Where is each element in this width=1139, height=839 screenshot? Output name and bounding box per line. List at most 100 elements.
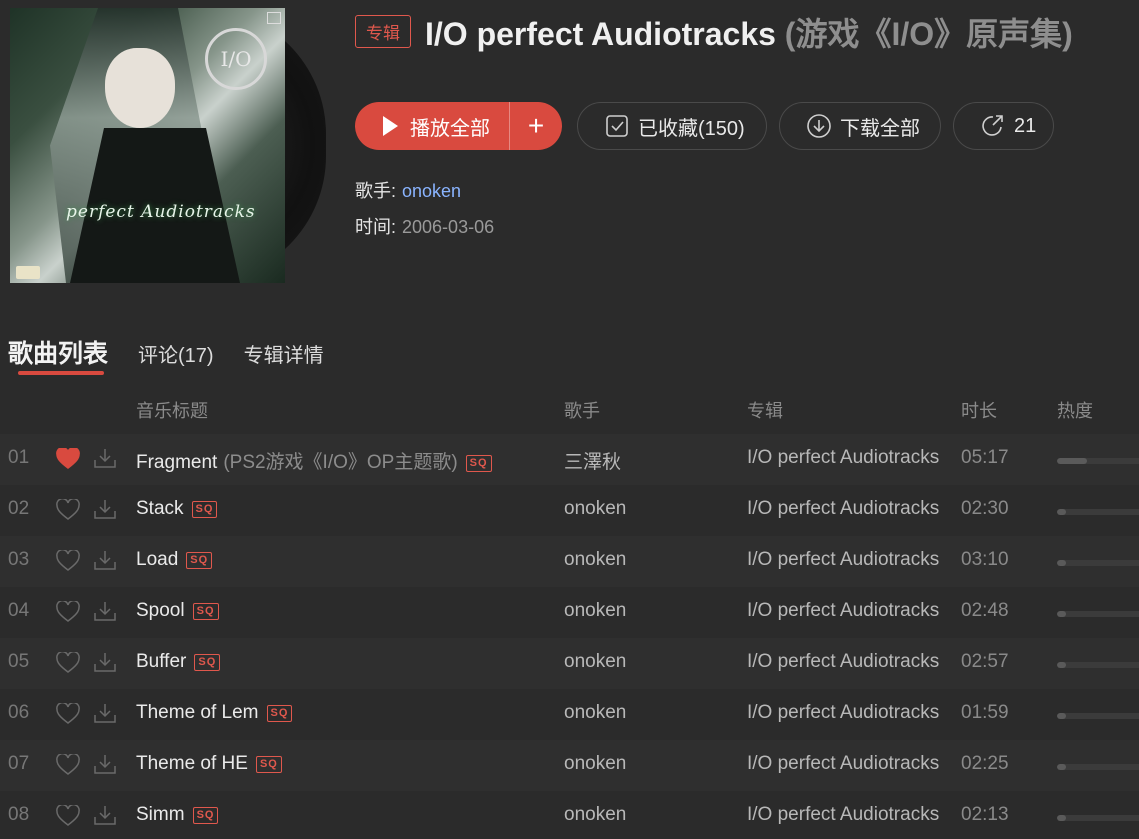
track-title-cell[interactable]: Spool SQ bbox=[136, 600, 219, 622]
track-title-cell[interactable]: Load SQ bbox=[136, 549, 213, 571]
track-title: Load bbox=[136, 549, 179, 570]
download-icon[interactable] bbox=[93, 753, 117, 781]
track-number: 02 bbox=[8, 498, 30, 519]
sq-badge: SQ bbox=[186, 552, 213, 569]
tab-song-list[interactable]: 歌曲列表 bbox=[8, 334, 108, 370]
download-icon[interactable] bbox=[93, 447, 117, 475]
play-all-main[interactable]: 播放全部 bbox=[355, 102, 510, 150]
heart-icon[interactable] bbox=[56, 803, 80, 833]
track-artist[interactable]: onoken bbox=[564, 804, 626, 826]
track-title-cell[interactable]: Buffer SQ bbox=[136, 651, 221, 673]
track-artist[interactable]: onoken bbox=[564, 753, 626, 775]
heart-icon[interactable] bbox=[56, 446, 80, 476]
track-artist[interactable]: onoken bbox=[564, 600, 626, 622]
heart-icon[interactable] bbox=[56, 548, 80, 578]
track-artist[interactable]: 三澤秋 bbox=[564, 447, 621, 474]
column-title[interactable]: 音乐标题 bbox=[136, 397, 208, 423]
track-title-cell[interactable]: Simm SQ bbox=[136, 804, 219, 826]
track-title-cell[interactable]: Fragment (PS2游戏《I/O》OP主题歌) SQ bbox=[136, 447, 492, 474]
track-title: Fragment bbox=[136, 452, 218, 473]
sq-badge: SQ bbox=[255, 756, 282, 773]
track-artist[interactable]: onoken bbox=[564, 498, 626, 520]
heat-bar bbox=[1057, 611, 1139, 617]
table-row[interactable]: 02 Stack SQ onoken I/O perfect Audiotrack… bbox=[0, 485, 1139, 536]
column-duration[interactable]: 时长 bbox=[961, 397, 997, 423]
heat-bar-fill bbox=[1057, 764, 1066, 770]
heat-bar bbox=[1057, 713, 1139, 719]
track-number: 07 bbox=[8, 753, 30, 774]
heat-bar bbox=[1057, 560, 1139, 566]
download-all-button[interactable]: 下载全部 bbox=[779, 102, 941, 150]
track-title-cell[interactable]: Stack SQ bbox=[136, 498, 218, 520]
album-cover[interactable]: I/O perfect Audiotracks bbox=[10, 8, 285, 283]
heat-bar bbox=[1057, 662, 1139, 668]
track-duration: 02:57 bbox=[961, 651, 1009, 672]
track-album[interactable]: I/O perfect Audiotracks bbox=[747, 753, 939, 775]
tab-album-details[interactable]: 专辑详情 bbox=[244, 339, 324, 368]
share-button[interactable]: 21 bbox=[953, 102, 1054, 150]
tab-comments[interactable]: 评论(17) bbox=[138, 339, 214, 368]
column-heat[interactable]: 热度 bbox=[1057, 397, 1093, 423]
track-duration: 02:48 bbox=[961, 600, 1009, 621]
song-table-header: 音乐标题 歌手 专辑 时长 热度 bbox=[0, 385, 1139, 431]
download-icon[interactable] bbox=[93, 804, 117, 832]
download-icon[interactable] bbox=[93, 600, 117, 628]
track-album[interactable]: I/O perfect Audiotracks bbox=[747, 447, 939, 469]
track-artist[interactable]: onoken bbox=[564, 651, 626, 673]
download-icon[interactable] bbox=[93, 549, 117, 577]
play-all-label: 播放全部 bbox=[410, 117, 490, 140]
heat-bar-fill bbox=[1057, 611, 1066, 617]
sq-badge: SQ bbox=[192, 603, 219, 620]
track-title-cell[interactable]: Theme of Lem SQ bbox=[136, 702, 293, 724]
heart-icon[interactable] bbox=[56, 650, 80, 680]
heart-icon[interactable] bbox=[56, 701, 80, 731]
track-duration: 01:59 bbox=[961, 702, 1009, 723]
table-row[interactable]: 03 Load SQ onoken I/O perfect Audiotracks… bbox=[0, 536, 1139, 587]
add-to-queue-button[interactable]: + bbox=[510, 102, 562, 150]
track-album[interactable]: I/O perfect Audiotracks bbox=[747, 651, 939, 673]
table-row[interactable]: 08 Simm SQ onoken I/O perfect Audiotracks… bbox=[0, 791, 1139, 839]
heart-icon[interactable] bbox=[56, 497, 80, 527]
download-icon[interactable] bbox=[93, 702, 117, 730]
table-row[interactable]: 01 Fragment (PS2游戏《I/O》OP主题歌) SQ 三澤秋 I/O p… bbox=[0, 434, 1139, 485]
sq-badge: SQ bbox=[192, 807, 219, 824]
heart-icon[interactable] bbox=[56, 599, 80, 629]
play-all-button[interactable]: 播放全部 + bbox=[355, 102, 562, 150]
heart-icon[interactable] bbox=[56, 752, 80, 782]
heat-bar-fill bbox=[1057, 509, 1066, 515]
track-album[interactable]: I/O perfect Audiotracks bbox=[747, 498, 939, 520]
track-number: 04 bbox=[8, 600, 30, 621]
table-row[interactable]: 04 Spool SQ onoken I/O perfect Audiotrack… bbox=[0, 587, 1139, 638]
artist-link[interactable]: onoken bbox=[402, 181, 461, 201]
track-title: Simm bbox=[136, 804, 185, 825]
track-title: Theme of HE bbox=[136, 753, 248, 774]
table-row[interactable]: 07 Theme of HE SQ onoken I/O perfect Audi… bbox=[0, 740, 1139, 791]
track-title: Spool bbox=[136, 600, 185, 621]
column-artist[interactable]: 歌手 bbox=[564, 397, 600, 423]
album-title: I/O perfect Audiotracks (游戏《I/O》原声集) bbox=[425, 9, 1073, 55]
track-number: 01 bbox=[8, 447, 30, 468]
release-date: 2006-03-06 bbox=[402, 217, 495, 237]
collect-button[interactable]: 已收藏(150) bbox=[577, 102, 767, 150]
track-duration: 02:25 bbox=[961, 753, 1009, 774]
download-icon[interactable] bbox=[93, 498, 117, 526]
track-album[interactable]: I/O perfect Audiotracks bbox=[747, 549, 939, 571]
download-icon[interactable] bbox=[93, 651, 117, 679]
song-list: 01 Fragment (PS2游戏《I/O》OP主题歌) SQ 三澤秋 I/O p… bbox=[0, 434, 1139, 839]
track-artist[interactable]: onoken bbox=[564, 549, 626, 571]
download-icon bbox=[807, 114, 831, 138]
date-label: 时间: bbox=[355, 217, 397, 237]
track-artist[interactable]: onoken bbox=[564, 702, 626, 724]
cover-art-face bbox=[105, 48, 175, 128]
track-title: Theme of Lem bbox=[136, 702, 259, 723]
track-album[interactable]: I/O perfect Audiotracks bbox=[747, 804, 939, 826]
track-title-cell[interactable]: Theme of HE SQ bbox=[136, 753, 282, 775]
track-album[interactable]: I/O perfect Audiotracks bbox=[747, 600, 939, 622]
heat-bar-fill bbox=[1057, 713, 1066, 719]
column-album[interactable]: 专辑 bbox=[747, 397, 783, 423]
track-title: Stack bbox=[136, 498, 184, 519]
table-row[interactable]: 05 Buffer SQ onoken I/O perfect Audiotrac… bbox=[0, 638, 1139, 689]
cover-logo: I/O bbox=[205, 28, 267, 90]
track-album[interactable]: I/O perfect Audiotracks bbox=[747, 702, 939, 724]
table-row[interactable]: 06 Theme of Lem SQ onoken I/O perfect Aud… bbox=[0, 689, 1139, 740]
